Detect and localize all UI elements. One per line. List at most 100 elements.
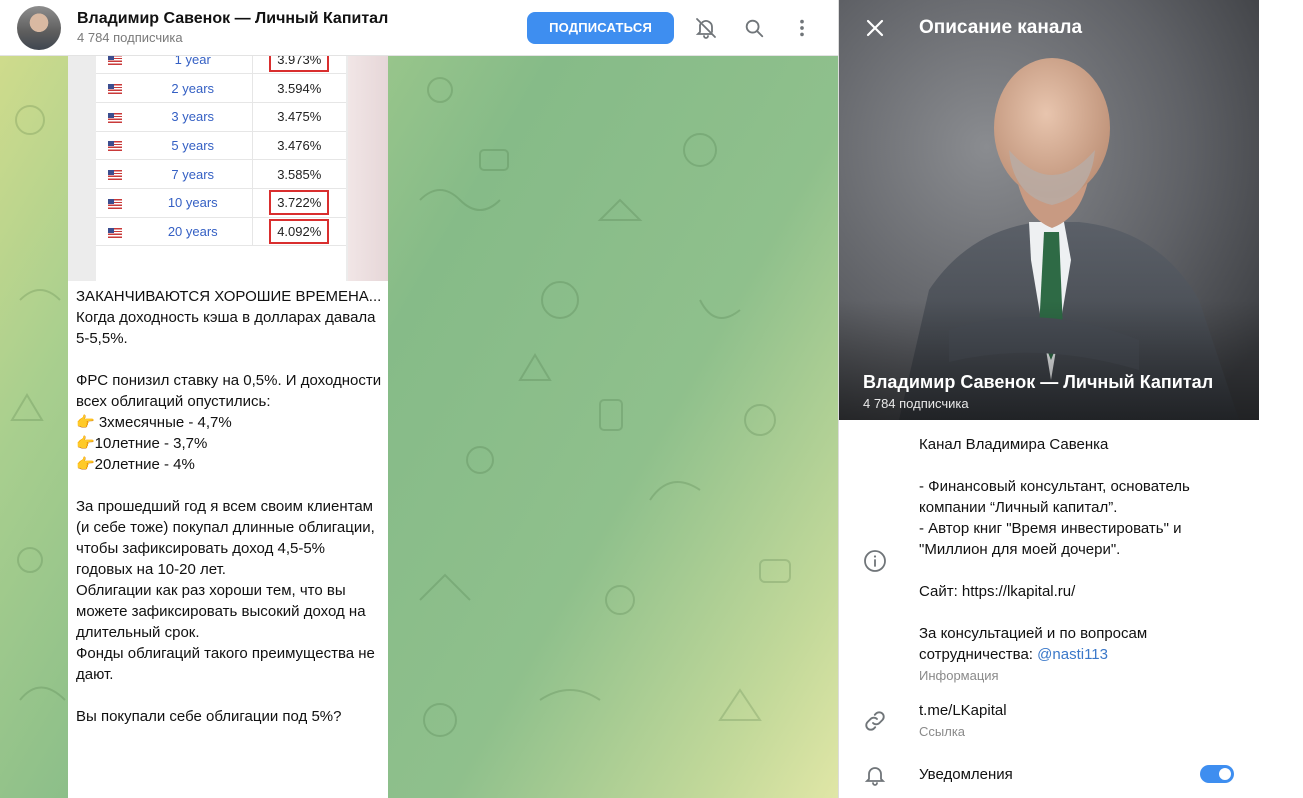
subscribe-button[interactable]: ПОДПИСАТЬСЯ [527,11,674,44]
channel-avatar[interactable] [17,5,61,50]
us-flag-icon [96,131,134,161]
post-text-line [76,685,384,706]
bond-yield: 3.585% [277,166,322,182]
post-text-line: Когда доходность кэша в долларах давала … [76,309,380,347]
us-flag-icon [108,56,122,66]
telegram-web-app: Владимир Савенок — Личный Капитал 4 784 … [0,0,1303,798]
table-row: 20 years 4.092% [96,217,346,247]
table-row: 5 years 3.476% [96,131,346,161]
link-caption: Ссылка [919,724,966,739]
channel-title: Владимир Савенок — Личный Капитал [77,10,389,27]
right-gutter [1259,0,1303,798]
us-flag-icon [108,198,122,209]
link-body: t.me/LKapital Ссылка [919,700,1239,740]
notifications-label: Уведомления [919,766,1013,783]
post-text-line: Облигации как раз хороши тем, что вы мож… [76,582,370,641]
about-caption: Информация [919,668,999,683]
description-line [919,455,1239,476]
panel-heading: Описание канала [919,17,1083,38]
bond-yield-cell: 3.973% [252,56,346,75]
description-line: - Финансовый консультант, основатель ком… [919,476,1239,518]
us-flag-icon [96,188,134,218]
post-text-line: ФРС понизил ставку на 0,5%. И доходности… [76,372,386,410]
post-text-line: ЗАКАНЧИВАЮТСЯ ХОРОШИЕ ВРЕМЕНА... [76,288,382,305]
about-row[interactable]: Канал Владимира Савенка - Финансовый конс… [839,434,1259,684]
us-flag-icon [108,227,122,238]
description-text: - Финансовый консультант, основатель ком… [919,478,1195,516]
post-text-line: 👉 3хмесячные - 4,7% [76,414,232,431]
search-icon[interactable] [738,12,770,44]
link-row[interactable]: t.me/LKapital Ссылка [839,700,1259,746]
bond-term: 5 years [134,131,253,161]
notifications-toggle[interactable] [1200,765,1234,783]
channel-description: Канал Владимира Савенка - Финансовый конс… [919,434,1239,665]
bell-icon [863,763,887,787]
post-text-line: Вы покупали себе облигации под 5%? [76,708,342,725]
us-flag-icon [108,84,122,95]
bond-yield-cell: 3.594% [252,73,346,103]
bond-yield: 3.722% [269,190,330,216]
table-row: 7 years 3.585% [96,159,346,189]
channel-post: 1 year 3.973% 2 years 3.594% 3 years 3.475% 5 … [68,56,388,798]
table-row: 3 years 3.475% [96,102,346,132]
bond-term: 2 years [134,73,253,103]
cover-channel-title: Владимир Савенок — Личный Капитал [863,372,1214,392]
link-icon [863,709,887,733]
us-flag-icon [96,217,134,247]
channel-link[interactable]: t.me/LKapital [919,700,1239,721]
bond-term: 3 years [134,102,253,132]
channel-info[interactable]: Владимир Савенок — Личный Капитал 4 784 … [77,9,527,46]
post-text-line [76,475,384,496]
channel-info-panel: Описание канала Владимир Савенок — Личны… [838,0,1259,798]
post-text-line [76,349,384,370]
cover-subscriber-count: 4 784 подписчика [863,396,969,411]
panel-top-bar: Описание канала [839,0,1259,56]
bond-term: 7 years [134,159,253,189]
description-text: Сайт: https://lkapital.ru/ [919,583,1076,600]
description-line: Канал Владимира Савенка [919,434,1239,455]
description-line [919,602,1239,623]
us-flag-icon [108,170,122,181]
bond-term: 1 year [134,56,253,75]
description-text: - Автор книг "Время инвестировать" и "Ми… [919,520,1186,558]
us-flag-icon [96,56,134,75]
description-text: Канал Владимира Савенка [919,436,1109,453]
bond-yield-cell: 4.092% [252,217,346,247]
description-line: - Автор книг "Время инвестировать" и "Ми… [919,518,1239,560]
about-body: Канал Владимира Савенка - Финансовый конс… [919,434,1239,684]
notifications-row[interactable]: Уведомления [839,763,1259,787]
us-flag-icon [96,159,134,189]
bond-yield-cell: 3.722% [252,188,346,218]
channel-cover-photo[interactable] [839,0,1259,420]
close-icon[interactable] [855,8,895,48]
us-flag-icon [108,112,122,123]
bond-yield: 3.973% [269,56,330,72]
description-line: За консультацией и по вопросам сотруднич… [919,623,1239,665]
post-text-line: 👉10летние - 3,7% [76,435,208,452]
bell-off-icon[interactable] [690,12,722,44]
bond-term: 10 years [134,188,253,218]
contact-mention-link[interactable]: @nasti113 [1037,646,1108,663]
image-edge [348,56,388,281]
post-text-line: Фонды облигаций такого преимущества не д… [76,645,380,683]
post-image-yield-table[interactable]: 1 year 3.973% 2 years 3.594% 3 years 3.475% 5 … [68,56,388,281]
notifications-body: Уведомления [919,764,1239,785]
bond-yield: 3.594% [277,80,322,96]
more-vertical-icon[interactable] [786,12,818,44]
us-flag-icon [96,102,134,132]
bond-yield-cell: 3.585% [252,159,346,189]
bond-yield: 3.475% [277,109,322,125]
channel-subscriber-count: 4 784 подписчика [77,30,183,45]
table-row: 10 years 3.722% [96,188,346,218]
bond-yield: 4.092% [269,218,330,244]
post-text-line: За прошедший год я всем своим клиентам (… [76,498,379,578]
us-flag-icon [108,141,122,152]
treasury-yield-table: 1 year 3.973% 2 years 3.594% 3 years 3.475% 5 … [96,56,346,247]
table-row: 1 year 3.973% [96,56,346,75]
chat-header: Владимир Савенок — Личный Капитал 4 784 … [0,0,838,56]
description-text: За консультацией и по вопросам сотруднич… [919,625,1152,663]
description-line [919,560,1239,581]
bond-term: 20 years [134,217,253,247]
bond-yield: 3.476% [277,137,322,153]
post-text: ЗАКАНЧИВАЮТСЯ ХОРОШИЕ ВРЕМЕНА... Когда до… [76,286,384,727]
